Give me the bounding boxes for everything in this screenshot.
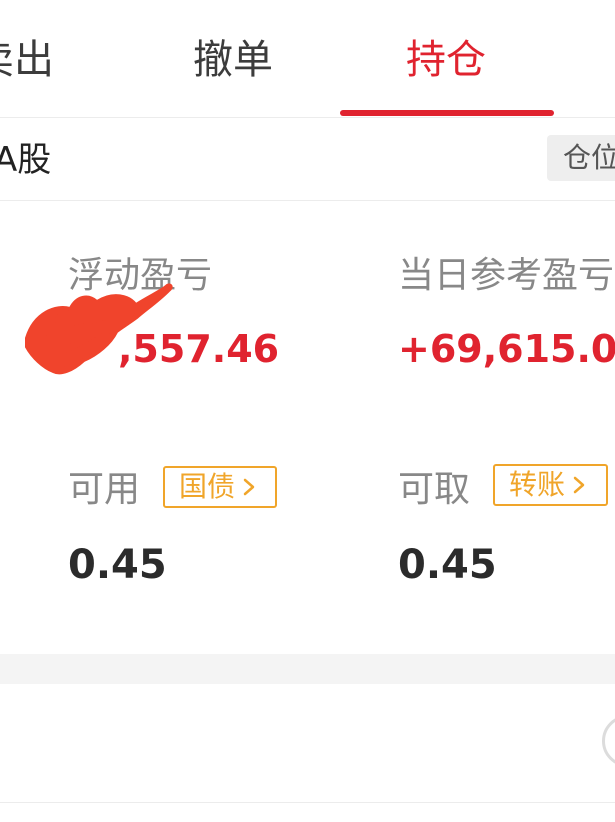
available-value: 0.45: [68, 542, 167, 588]
chevron-right-icon: [243, 478, 255, 496]
toggle-circle-icon[interactable]: [602, 715, 615, 767]
section-divider: [0, 654, 615, 684]
withdrawable-label: 可取: [398, 469, 471, 510]
trade-tabbar: 卖出 撤单 持仓: [0, 0, 615, 118]
tab-cancel[interactable]: 撤单: [193, 34, 273, 86]
active-tab-indicator: [340, 110, 554, 116]
account-row: A股 仓位: [0, 118, 615, 201]
tab-position[interactable]: 持仓: [406, 34, 486, 86]
bond-button-label: 国债: [179, 470, 236, 503]
daily-pnl-value: +69,615.00: [398, 327, 615, 371]
available-label: 可用: [68, 469, 141, 510]
daily-pnl-label: 当日参考盈亏: [398, 255, 615, 296]
market-label[interactable]: A股: [0, 138, 51, 182]
holdings-toggle-row: [0, 684, 615, 803]
transfer-button-label: 转账: [509, 468, 566, 501]
redaction-scribble: [25, 283, 173, 375]
chevron-right-icon: [573, 476, 585, 494]
position-chip-label: 仓位: [563, 141, 615, 174]
positions-screen: 卖出 撤单 持仓 A股 仓位 浮动盈亏 当日参考盈亏 ,557.46 +69,6…: [0, 0, 615, 822]
withdrawable-value: 0.45: [398, 542, 497, 588]
tab-sell[interactable]: 卖出: [0, 34, 54, 86]
bond-button[interactable]: 国债: [163, 466, 277, 508]
transfer-button[interactable]: 转账: [493, 464, 608, 506]
position-chip[interactable]: 仓位: [547, 135, 615, 181]
